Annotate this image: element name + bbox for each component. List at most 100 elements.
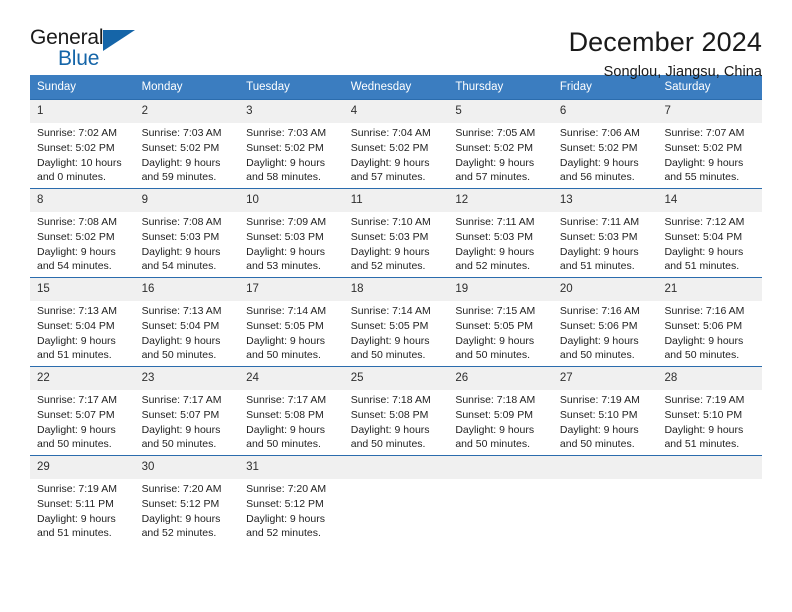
day-number[interactable]: 16	[135, 278, 240, 300]
day-cell[interactable]: Sunrise: 7:13 AM Sunset: 5:04 PM Dayligh…	[30, 301, 135, 364]
day-number[interactable]: 9	[135, 189, 240, 211]
day-number[interactable]: 18	[344, 278, 449, 300]
day-number[interactable]: 2	[135, 100, 240, 122]
day-cell[interactable]: Sunrise: 7:18 AM Sunset: 5:09 PM Dayligh…	[448, 390, 553, 453]
day-number[interactable]: 7	[657, 100, 762, 122]
day-number[interactable]: 28	[657, 367, 762, 389]
daylight-text-1: Daylight: 9 hours	[37, 245, 116, 258]
day-number[interactable]: 30	[135, 456, 240, 478]
title-block: December 2024 Songlou, Jiangsu, China	[569, 26, 762, 80]
day-cell[interactable]: Sunrise: 7:15 AM Sunset: 5:05 PM Dayligh…	[448, 301, 553, 364]
day-cell[interactable]: Sunrise: 7:08 AM Sunset: 5:02 PM Dayligh…	[30, 212, 135, 275]
day-number[interactable]: 8	[30, 189, 135, 211]
day-cell[interactable]: Sunrise: 7:19 AM Sunset: 5:10 PM Dayligh…	[657, 390, 762, 453]
day-cell[interactable]: Sunrise: 7:13 AM Sunset: 5:04 PM Dayligh…	[135, 301, 240, 364]
day-cell[interactable]: Sunrise: 7:20 AM Sunset: 5:12 PM Dayligh…	[239, 479, 344, 542]
day-cell[interactable]: Sunrise: 7:16 AM Sunset: 5:06 PM Dayligh…	[553, 301, 658, 364]
day-cell[interactable]: Sunrise: 7:03 AM Sunset: 5:02 PM Dayligh…	[135, 123, 240, 186]
day-number[interactable]: 15	[30, 278, 135, 300]
daylight-text-1: Daylight: 9 hours	[246, 245, 325, 258]
day-number[interactable]: 14	[657, 189, 762, 211]
daylight-text-1: Daylight: 9 hours	[664, 423, 744, 436]
sunset-text: Sunset: 5:03 PM	[141, 230, 220, 243]
day-number[interactable]: 31	[239, 456, 344, 478]
day-cell[interactable]: Sunrise: 7:11 AM Sunset: 5:03 PM Dayligh…	[448, 212, 553, 275]
daylight-text-1: Daylight: 9 hours	[455, 334, 535, 347]
daylight-text-1: Daylight: 9 hours	[246, 423, 325, 436]
sunset-text: Sunset: 5:04 PM	[664, 230, 743, 243]
day-cell[interactable]: Sunrise: 7:20 AM Sunset: 5:12 PM Dayligh…	[135, 479, 240, 542]
day-cell[interactable]: Sunrise: 7:11 AM Sunset: 5:03 PM Dayligh…	[553, 212, 658, 275]
sunset-text: Sunset: 5:02 PM	[559, 141, 638, 154]
day-cell[interactable]: Sunrise: 7:07 AM Sunset: 5:02 PM Dayligh…	[657, 123, 762, 186]
day-number[interactable]: 29	[30, 456, 135, 478]
sunset-text: Sunset: 5:04 PM	[37, 319, 115, 332]
day-number[interactable]: 23	[135, 367, 240, 389]
day-details-band: Sunrise: 7:13 AM Sunset: 5:04 PM Dayligh…	[30, 300, 762, 364]
daylight-text-1: Daylight: 9 hours	[350, 156, 430, 169]
daylight-text-2: and 50 minutes.	[559, 438, 635, 451]
day-number[interactable]: 26	[448, 367, 553, 389]
sunrise-text: Sunrise: 7:12 AM	[664, 215, 745, 228]
day-number[interactable]: 12	[448, 189, 553, 211]
day-number-empty	[344, 456, 449, 478]
sunset-text: Sunset: 5:02 PM	[664, 141, 743, 154]
day-number[interactable]: 20	[553, 278, 658, 300]
day-number[interactable]: 21	[657, 278, 762, 300]
day-cell[interactable]: Sunrise: 7:18 AM Sunset: 5:08 PM Dayligh…	[344, 390, 449, 453]
day-details-band: Sunrise: 7:19 AM Sunset: 5:11 PM Dayligh…	[30, 478, 762, 542]
day-cell[interactable]: Sunrise: 7:02 AM Sunset: 5:02 PM Dayligh…	[30, 123, 135, 186]
day-number[interactable]: 22	[30, 367, 135, 389]
day-number-empty	[657, 456, 762, 478]
daylight-text-1: Daylight: 9 hours	[455, 245, 535, 258]
daylight-text-1: Daylight: 9 hours	[559, 156, 639, 169]
day-number[interactable]: 4	[344, 100, 449, 122]
day-cell[interactable]: Sunrise: 7:17 AM Sunset: 5:07 PM Dayligh…	[30, 390, 135, 453]
general-blue-logo[interactable]: General Blue	[30, 26, 150, 76]
day-number[interactable]: 1	[30, 100, 135, 122]
sunrise-text: Sunrise: 7:11 AM	[455, 215, 535, 228]
day-number[interactable]: 25	[344, 367, 449, 389]
day-cell[interactable]: Sunrise: 7:19 AM Sunset: 5:11 PM Dayligh…	[30, 479, 135, 542]
day-cell[interactable]: Sunrise: 7:06 AM Sunset: 5:02 PM Dayligh…	[553, 123, 658, 186]
day-cell[interactable]: Sunrise: 7:14 AM Sunset: 5:05 PM Dayligh…	[239, 301, 344, 364]
day-cell[interactable]: Sunrise: 7:12 AM Sunset: 5:04 PM Dayligh…	[657, 212, 762, 275]
daylight-text-2: and 50 minutes.	[350, 349, 426, 362]
daylight-text-2: and 51 minutes.	[37, 527, 112, 540]
daylight-text-2: and 51 minutes.	[559, 260, 635, 273]
day-number[interactable]: 11	[344, 189, 449, 211]
day-cell[interactable]: Sunrise: 7:17 AM Sunset: 5:07 PM Dayligh…	[135, 390, 240, 453]
sunrise-text: Sunrise: 7:18 AM	[350, 393, 431, 406]
day-cell[interactable]: Sunrise: 7:19 AM Sunset: 5:10 PM Dayligh…	[553, 390, 658, 453]
day-cell[interactable]: Sunrise: 7:04 AM Sunset: 5:02 PM Dayligh…	[344, 123, 449, 186]
day-number[interactable]: 19	[448, 278, 553, 300]
sunset-text: Sunset: 5:02 PM	[37, 230, 115, 243]
daylight-text-1: Daylight: 9 hours	[246, 512, 325, 525]
day-number-band: 22 23 24 25 26 27 28	[30, 367, 762, 390]
day-number[interactable]: 27	[553, 367, 658, 389]
sunrise-text: Sunrise: 7:17 AM	[37, 393, 117, 406]
daylight-text-1: Daylight: 9 hours	[350, 334, 430, 347]
daylight-text-2: and 57 minutes.	[455, 171, 531, 184]
day-number[interactable]: 17	[239, 278, 344, 300]
sunrise-text: Sunrise: 7:17 AM	[141, 393, 222, 406]
day-cell[interactable]: Sunrise: 7:17 AM Sunset: 5:08 PM Dayligh…	[239, 390, 344, 453]
day-cell[interactable]: Sunrise: 7:09 AM Sunset: 5:03 PM Dayligh…	[239, 212, 344, 275]
day-number[interactable]: 24	[239, 367, 344, 389]
daylight-text-1: Daylight: 9 hours	[141, 156, 221, 169]
day-cell[interactable]: Sunrise: 7:16 AM Sunset: 5:06 PM Dayligh…	[657, 301, 762, 364]
day-number[interactable]: 5	[448, 100, 553, 122]
daylight-text-1: Daylight: 9 hours	[455, 423, 535, 436]
day-number[interactable]: 6	[553, 100, 658, 122]
day-number[interactable]: 13	[553, 189, 658, 211]
day-cell[interactable]: Sunrise: 7:14 AM Sunset: 5:05 PM Dayligh…	[344, 301, 449, 364]
daylight-text-1: Daylight: 9 hours	[559, 423, 639, 436]
daylight-text-2: and 50 minutes.	[559, 349, 635, 362]
day-cell[interactable]: Sunrise: 7:08 AM Sunset: 5:03 PM Dayligh…	[135, 212, 240, 275]
day-number[interactable]: 10	[239, 189, 344, 211]
day-cell[interactable]: Sunrise: 7:05 AM Sunset: 5:02 PM Dayligh…	[448, 123, 553, 186]
day-number[interactable]: 3	[239, 100, 344, 122]
daylight-text-1: Daylight: 10 hours	[37, 156, 122, 169]
day-cell[interactable]: Sunrise: 7:10 AM Sunset: 5:03 PM Dayligh…	[344, 212, 449, 275]
day-cell[interactable]: Sunrise: 7:03 AM Sunset: 5:02 PM Dayligh…	[239, 123, 344, 186]
